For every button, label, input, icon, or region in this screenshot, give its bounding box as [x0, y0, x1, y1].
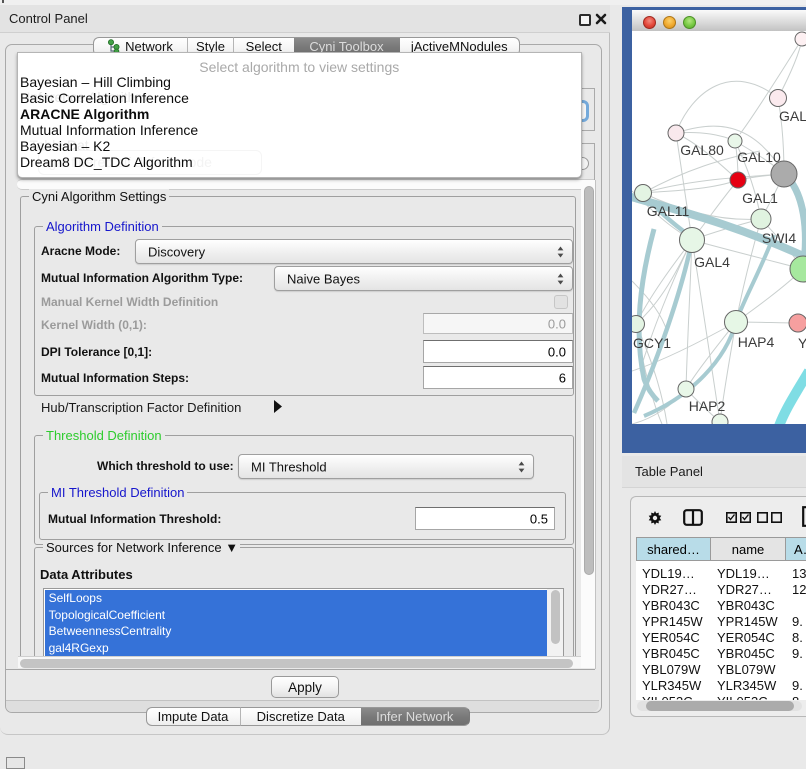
- svg-text:GAL4: GAL4: [694, 254, 730, 270]
- svg-text:HAP2: HAP2: [689, 398, 726, 414]
- svg-text:GAL7: GAL7: [779, 108, 806, 124]
- svg-text:GAL1: GAL1: [742, 190, 778, 206]
- svg-text:SWI4: SWI4: [762, 230, 796, 246]
- svg-text:HAP4: HAP4: [738, 334, 775, 350]
- svg-text:GAL10: GAL10: [737, 149, 781, 165]
- svg-text:GCY1: GCY1: [633, 335, 671, 351]
- svg-text:GAL80: GAL80: [680, 142, 724, 158]
- svg-text:GAL11: GAL11: [647, 203, 690, 219]
- svg-text:YM: YM: [798, 335, 806, 351]
